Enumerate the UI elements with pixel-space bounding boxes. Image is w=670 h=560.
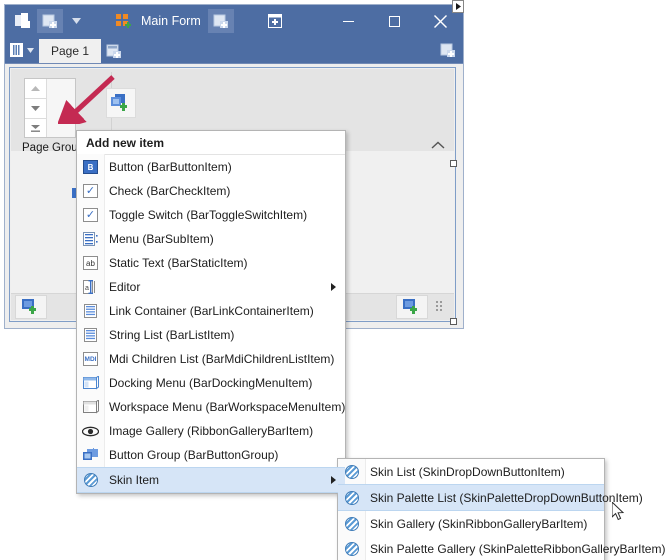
svg-text:a: a — [85, 285, 89, 292]
submenu-item-label: Skin Palette List (SkinPaletteDropDownBu… — [370, 490, 643, 505]
spin-bottom-button[interactable] — [25, 119, 46, 139]
scroll-right-arrow-button[interactable] — [452, 0, 464, 13]
spin-down-button[interactable] — [25, 99, 46, 119]
collapse-chevron-icon[interactable] — [431, 138, 445, 153]
tab-strip: Page 1 — [5, 37, 463, 63]
menu-item-docking-menu[interactable]: Docking Menu (BarDockingMenuItem) — [77, 371, 345, 395]
workspace-menu-icon — [77, 400, 104, 414]
submenu-arrow-icon — [331, 283, 336, 291]
check-icon: ✓ — [77, 184, 104, 198]
app-icon — [11, 9, 37, 33]
skin-item-submenu: Skin List (SkinDropDownButtonItem) Skin … — [337, 458, 665, 560]
menu-item-button-group[interactable]: Button Group (BarButtonGroup) — [77, 443, 345, 467]
menu-item-label: Image Gallery (RibbonGalleryBarItem) — [109, 424, 314, 438]
skin-icon — [338, 464, 365, 479]
minimize-button[interactable] — [325, 5, 371, 37]
restore-form-icon[interactable] — [262, 9, 288, 33]
toggle-switch-icon: ✓ — [77, 208, 104, 222]
menu-item-label: Check (BarCheckItem) — [109, 184, 231, 198]
submenu-item-skin-palette-list[interactable]: Skin Palette List (SkinPaletteDropDownBu… — [338, 484, 643, 511]
menu-item-label: Button (BarButtonItem) — [109, 160, 232, 174]
maximize-button[interactable] — [371, 5, 417, 37]
menu-item-label: Editor — [109, 280, 141, 294]
mdi-icon: MDI — [77, 352, 104, 366]
string-list-icon — [77, 328, 104, 342]
mouse-cursor — [612, 502, 625, 521]
spin-column — [25, 79, 47, 137]
selection-handle-bottom-right[interactable] — [450, 318, 457, 325]
tab-label: Page 1 — [51, 44, 90, 58]
add-page-button[interactable] — [207, 9, 234, 33]
menu-item-label: Static Text (BarStaticItem) — [109, 256, 248, 270]
menu-icon — [77, 232, 104, 246]
spin-up-button[interactable] — [25, 79, 46, 99]
add-item-button[interactable] — [37, 9, 63, 33]
menu-item-check[interactable]: ✓ Check (BarCheckItem) — [77, 179, 345, 203]
menu-item-editor[interactable]: a Editor — [77, 275, 345, 299]
editor-icon: a — [77, 280, 104, 294]
menu-item-static-text[interactable]: ab Static Text (BarStaticItem) — [77, 251, 345, 275]
window-title: Main Form — [141, 14, 201, 28]
menu-item-label: Link Container (BarLinkContainerItem) — [109, 304, 314, 318]
title-bar: Main Form — [5, 5, 463, 37]
menu-item-workspace-menu[interactable]: Workspace Menu (BarWorkspaceMenuItem) — [77, 395, 345, 419]
submenu-item-label: Skin Palette Gallery (SkinPaletteRibbonG… — [370, 541, 666, 556]
submenu-item-skin-palette-gallery[interactable]: Skin Palette Gallery (SkinPaletteRibbonG… — [338, 536, 665, 560]
button-icon: B — [77, 160, 104, 174]
menu-item-label: Toggle Switch (BarToggleSwitchItem) — [109, 208, 308, 222]
footer-add-item-button-left[interactable] — [15, 295, 47, 319]
selection-handle-top-right[interactable] — [450, 160, 457, 167]
static-text-icon: ab — [77, 256, 104, 270]
submenu-item-label: Skin List (SkinDropDownButtonItem) — [370, 464, 565, 479]
context-menu-header: Add new item — [77, 131, 345, 155]
menu-item-string-list[interactable]: String List (BarListItem) — [77, 323, 345, 347]
menu-item-toggle-switch[interactable]: ✓ Toggle Switch (BarToggleSwitchItem) — [77, 203, 345, 227]
add-page-group-button[interactable] — [106, 88, 136, 118]
menu-item-label: Workspace Menu (BarWorkspaceMenuItem) — [109, 400, 346, 414]
skin-icon — [338, 490, 365, 505]
image-gallery-icon — [77, 426, 104, 437]
skin-icon — [338, 516, 365, 531]
skin-icon — [338, 541, 365, 556]
page-categories-button[interactable] — [5, 37, 39, 63]
menu-item-label: String List (BarListItem) — [109, 328, 235, 342]
menu-item-label: Mdi Children List (BarMdiChildrenListIte… — [109, 352, 335, 366]
docking-menu-icon — [77, 376, 104, 390]
footer-add-item-button-right[interactable] — [396, 295, 428, 319]
menu-item-image-gallery[interactable]: Image Gallery (RibbonGalleryBarItem) — [77, 419, 345, 443]
add-tab-button[interactable] — [101, 39, 127, 63]
menu-item-label: Button Group (BarButtonGroup) — [109, 448, 279, 462]
menu-item-button[interactable]: B Button (BarButtonItem) — [77, 155, 345, 179]
page-group-box — [24, 78, 76, 138]
menu-item-label: Docking Menu (BarDockingMenuItem) — [109, 376, 313, 390]
menu-item-label: Menu (BarSubItem) — [109, 232, 214, 246]
submenu-item-skin-gallery[interactable]: Skin Gallery (SkinRibbonGalleryBarItem) — [338, 511, 604, 536]
screenshot-root: Main Form Page 1 Page Grou... Add new it… — [0, 0, 670, 560]
skin-icon — [77, 473, 104, 487]
button-group-icon — [77, 448, 104, 462]
resize-grip-icon[interactable] — [436, 301, 448, 313]
menu-item-skin-item[interactable]: Skin Item — [77, 467, 345, 493]
form-icon — [111, 9, 137, 33]
submenu-item-label: Skin Gallery (SkinRibbonGalleryBarItem) — [370, 516, 588, 531]
submenu-item-skin-list[interactable]: Skin List (SkinDropDownButtonItem) — [338, 459, 604, 484]
menu-item-menu[interactable]: Menu (BarSubItem) — [77, 227, 345, 251]
add-new-item-context-menu: Add new item B Button (BarButtonItem) ✓ … — [76, 130, 346, 494]
menu-item-label: Skin Item — [109, 473, 160, 487]
menu-item-mdi-children-list[interactable]: MDI Mdi Children List (BarMdiChildrenLis… — [77, 347, 345, 371]
link-container-icon — [77, 304, 104, 318]
dropdown-arrow-button[interactable] — [63, 9, 89, 33]
tab-page-1[interactable]: Page 1 — [39, 39, 102, 63]
submenu-arrow-icon — [331, 476, 336, 484]
tab-overflow-add-button[interactable] — [433, 37, 463, 63]
menu-item-link-container[interactable]: Link Container (BarLinkContainerItem) — [77, 299, 345, 323]
